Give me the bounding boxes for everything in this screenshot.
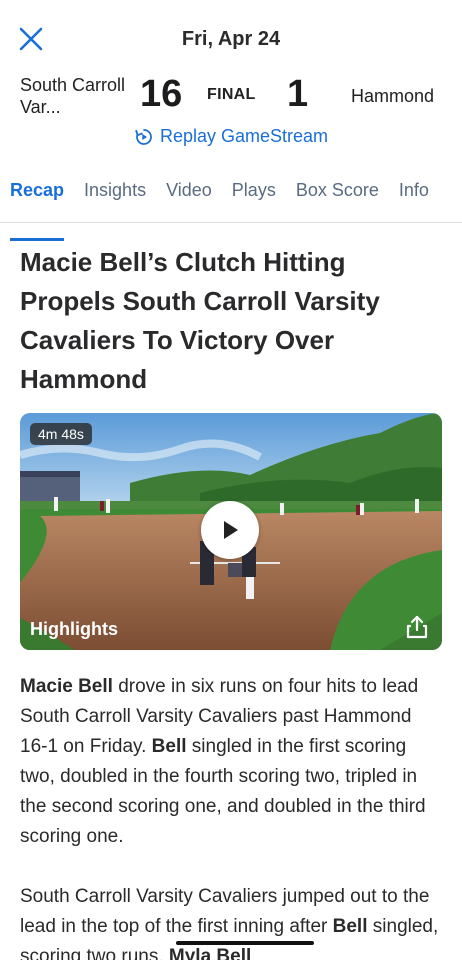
home-score: 16 bbox=[140, 73, 183, 115]
away-score: 1 bbox=[287, 73, 309, 115]
video-title: Highlights bbox=[30, 619, 118, 639]
tab-recap[interactable]: Recap bbox=[10, 177, 74, 241]
home-team-name: South Carroll Var... bbox=[20, 75, 126, 117]
player-name: Myla Bell bbox=[168, 946, 252, 960]
player-name: Bell bbox=[332, 916, 368, 937]
player-name: Macie Bell bbox=[20, 676, 113, 697]
replay-label: Replay GameStream bbox=[159, 126, 329, 146]
article-paragraph-1: Macie Bell drove in six runs on four hit… bbox=[20, 672, 442, 852]
tab-bar: Recap Insights Video Plays Box Score Inf… bbox=[0, 177, 462, 241]
article-headline: Macie Bell’s Clutch Hitting Propels Sout… bbox=[20, 247, 380, 394]
play-icon bbox=[224, 521, 238, 539]
highlights-video[interactable]: 4m 48s Highlights bbox=[20, 413, 442, 650]
replay-gamestream-link[interactable]: Replay GameStream bbox=[0, 126, 462, 147]
tab-plays[interactable]: Plays bbox=[222, 177, 286, 222]
article-paragraph-2: South Carroll Varsity Cavaliers jumped o… bbox=[20, 882, 442, 960]
share-icon[interactable] bbox=[404, 614, 430, 640]
tab-box-score[interactable]: Box Score bbox=[286, 177, 389, 222]
top-bar: Fri, Apr 24 bbox=[0, 0, 462, 78]
tab-insights[interactable]: Insights bbox=[74, 177, 156, 222]
tab-info[interactable]: Info bbox=[389, 177, 439, 222]
player-name: Bell bbox=[151, 736, 187, 757]
scoreboard: South Carroll Var... 16 FINAL 1 Hammond bbox=[0, 73, 462, 117]
home-indicator bbox=[176, 941, 314, 945]
video-duration: 4m 48s bbox=[30, 423, 92, 445]
replay-icon bbox=[135, 128, 152, 145]
game-status: FINAL bbox=[207, 86, 256, 103]
away-team-name: Hammond bbox=[351, 86, 435, 106]
play-button[interactable] bbox=[201, 501, 259, 559]
game-date: Fri, Apr 24 bbox=[181, 28, 281, 50]
article-body: Macie Bell drove in six runs on four hit… bbox=[20, 672, 442, 960]
tab-video[interactable]: Video bbox=[156, 177, 222, 222]
